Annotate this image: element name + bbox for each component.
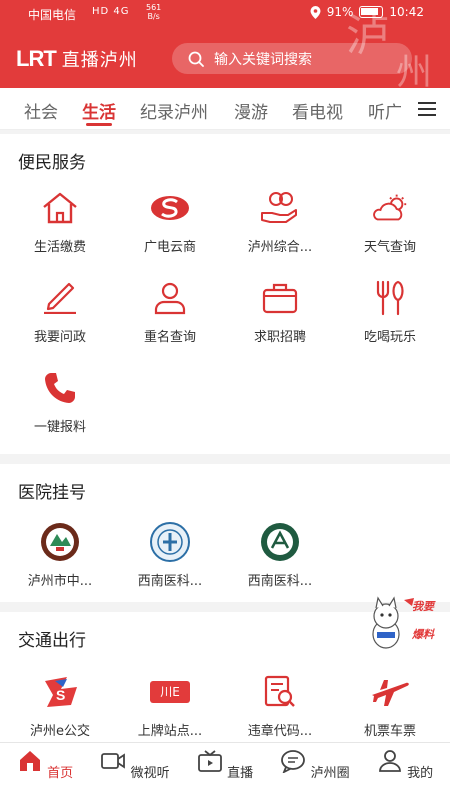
nav-mine[interactable]: 我的: [360, 749, 450, 781]
pen-icon: [44, 282, 76, 314]
tab-society[interactable]: 社会: [24, 98, 58, 123]
battery-percent: 91%: [326, 5, 354, 19]
service-food-fun[interactable]: 吃喝玩乐: [334, 278, 446, 345]
phone-icon: [45, 373, 75, 403]
section-hospital-registration: 医院挂号 泸州市中... 西南医科... 西南医科...: [0, 464, 450, 602]
tab-documentary[interactable]: 纪录泸州: [140, 98, 208, 123]
transport-tickets[interactable]: 机票车票: [334, 672, 446, 739]
app-header: 泸 州 中国电信 HD 4G 561 B/s 91% 10:42 LRT 直播泸…: [0, 0, 450, 88]
section-convenience-services: 便民服务 生活缴费 广电云商 泸州综合... 天气查询 我要问政 重名查询 求职…: [0, 134, 450, 454]
app-logo: LRT 直播泸州: [16, 46, 138, 72]
logo-mark: LRT: [16, 46, 57, 71]
service-name-search[interactable]: 重名查询: [114, 278, 226, 345]
hospital-emblem-icon: [41, 523, 79, 561]
tab-watch-tv[interactable]: 看电视: [292, 98, 343, 123]
badge-text-2: 爆料: [412, 628, 434, 641]
battery-icon: [359, 6, 384, 18]
status-bar: 中国电信 HD 4G 561 B/s 91% 10:42: [0, 0, 450, 28]
s-logo-icon: [151, 196, 189, 220]
transport-violation-codes[interactable]: 违章代码...: [224, 672, 336, 739]
active-tab-indicator: [86, 123, 112, 126]
service-luzhou-comprehensive[interactable]: 泸州综合...: [224, 188, 336, 255]
svg-text:S: S: [56, 687, 65, 703]
nav-home[interactable]: 首页: [0, 749, 90, 781]
service-ask-government[interactable]: 我要问政: [4, 278, 116, 345]
chat-icon: [281, 750, 306, 774]
service-jobs[interactable]: 求职招聘: [224, 278, 336, 345]
bus-logo-icon: S: [45, 677, 77, 707]
service-one-click-report[interactable]: 一键报料: [4, 368, 116, 435]
bottom-nav: 首页 微视听 直播 泸州圈 我的: [0, 742, 450, 800]
network-speed: 561 B/s: [146, 3, 162, 21]
app-name: 直播泸州: [61, 50, 138, 71]
coin-hand-icon: [261, 192, 297, 223]
tab-roam[interactable]: 漫游: [234, 98, 268, 123]
doc-search-icon: [264, 675, 295, 707]
video-icon: [101, 753, 126, 769]
hospital-item-1[interactable]: 泸州市中...: [4, 522, 116, 589]
search-icon: [188, 51, 204, 67]
location-icon: [310, 5, 321, 19]
person-icon: [154, 282, 186, 315]
user-icon: [379, 750, 401, 772]
airplane-icon: [372, 680, 409, 706]
carrier-text: 中国电信: [28, 8, 77, 22]
transport-plate-stations[interactable]: 川E 上牌站点...: [114, 672, 226, 739]
clock: 10:42: [389, 5, 424, 19]
section-title: 交通出行: [18, 631, 86, 651]
search-bar[interactable]: 输入关键词搜索: [172, 43, 412, 74]
search-placeholder: 输入关键词搜索: [214, 51, 312, 68]
status-right: 91% 10:42: [310, 5, 424, 19]
section-title: 医院挂号: [18, 483, 86, 503]
nav-micro-video[interactable]: 微视听: [90, 749, 180, 781]
hospital-item-2[interactable]: 西南医科...: [114, 522, 226, 589]
hospital-emblem-icon: [261, 523, 299, 561]
transport-luzhou-bus[interactable]: S 泸州e公交: [4, 672, 116, 739]
network-indicator: HD 4G: [92, 6, 130, 17]
tab-life[interactable]: 生活: [82, 98, 116, 123]
badge-text-1: 我要: [412, 600, 434, 613]
report-floating-button[interactable]: 我要 爆料: [368, 594, 434, 652]
tab-radio[interactable]: 听广: [368, 98, 402, 123]
tv-icon: [198, 750, 222, 772]
service-living-payment[interactable]: 生活缴费: [4, 188, 116, 255]
house-icon: [43, 192, 77, 224]
service-radio-tv-mall[interactable]: 广电云商: [114, 188, 226, 255]
briefcase-icon: [262, 283, 298, 314]
nav-luzhou-circle[interactable]: 泸州圈: [270, 749, 360, 781]
hospital-item-3[interactable]: 西南医科...: [224, 522, 336, 589]
menu-icon[interactable]: [418, 102, 436, 116]
hospital-emblem-icon: [150, 522, 190, 562]
section-title: 便民服务: [18, 153, 86, 173]
weather-icon: [373, 194, 407, 221]
nav-live[interactable]: 直播: [180, 749, 270, 781]
license-plate-icon: 川E: [150, 681, 190, 703]
utensils-icon: [376, 280, 404, 316]
category-tabs: 社会 生活 纪录泸州 漫游 看电视 听广: [0, 88, 450, 130]
home-icon: [19, 751, 40, 771]
service-weather[interactable]: 天气查询: [334, 188, 446, 255]
